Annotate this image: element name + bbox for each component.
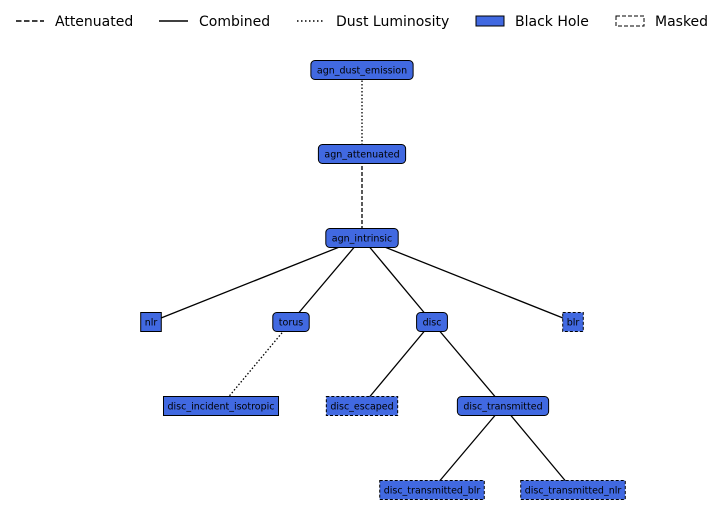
node-disc_transmitted_nlr[interactable]: disc_transmitted_nlr (520, 480, 626, 500)
edge-agn_intrinsic-to-nlr (150, 237, 363, 323)
legend: Attenuated Combined Dust Luminosity Blac… (16, 14, 708, 30)
node-agn_dust_emission[interactable]: agn_dust_emission (310, 60, 414, 80)
legend-filled-box-icon (475, 15, 505, 27)
legend-label: Attenuated (55, 14, 133, 30)
node-label: disc_escaped (330, 402, 393, 413)
node-disc_escaped[interactable]: disc_escaped (325, 396, 399, 416)
node-disc_transmitted_blr[interactable]: disc_transmitted_blr (379, 480, 485, 500)
legend-label: Dust Luminosity (336, 14, 449, 30)
node-label: disc_transmitted (463, 402, 542, 413)
node-agn_intrinsic[interactable]: agn_intrinsic (325, 228, 399, 248)
edge-disc-to-disc_transmitted (431, 321, 504, 407)
legend-label: Combined (199, 14, 270, 30)
node-label: nlr (145, 318, 158, 329)
node-torus[interactable]: torus (272, 312, 310, 332)
node-nlr[interactable]: nlr (140, 312, 162, 332)
legend-label: Black Hole (515, 14, 589, 30)
legend-item-black-hole: Black Hole (475, 14, 589, 30)
legend-item-combined: Combined (159, 14, 270, 30)
edges (150, 70, 574, 491)
node-label: disc (423, 318, 442, 329)
nodes: agn_dust_emission agn_attenuated agn_intri… (140, 60, 626, 500)
legend-item-attenuated: Attenuated (16, 14, 133, 30)
edge-agn_intrinsic-to-blr (361, 237, 574, 323)
node-label: blr (567, 318, 580, 329)
node-label: disc_incident_isotropic (167, 402, 274, 413)
node-label: agn_attenuated (324, 150, 399, 161)
node-disc_transmitted[interactable]: disc_transmitted (456, 396, 550, 416)
edge-torus-to-disc_incident_isotropic (220, 321, 292, 407)
node-label: torus (279, 318, 303, 329)
node-label: disc_transmitted_blr (384, 486, 481, 497)
node-label: agn_intrinsic (332, 234, 392, 245)
legend-label: Masked (655, 14, 708, 30)
node-label: agn_dust_emission (317, 66, 407, 77)
node-label: disc_transmitted_nlr (525, 486, 622, 497)
node-blr[interactable]: blr (562, 312, 584, 332)
edge-agn_intrinsic-to-torus (290, 237, 363, 323)
node-agn_attenuated[interactable]: agn_attenuated (317, 144, 407, 164)
edge-disc-to-disc_escaped (361, 321, 433, 407)
legend-item-masked: Masked (615, 14, 708, 30)
node-disc[interactable]: disc (416, 312, 448, 332)
emission-tree-diagram: Attenuated Combined Dust Luminosity Blac… (16, 14, 708, 500)
edge-disc_transmitted-to-disc_transmitted_nlr (502, 405, 574, 491)
legend-dashed-box-icon (615, 15, 645, 27)
edge-disc_transmitted-to-disc_transmitted_blr (431, 405, 504, 491)
legend-item-dust-luminosity: Dust Luminosity (297, 14, 449, 30)
edge-agn_intrinsic-to-disc (361, 237, 433, 323)
node-disc_incident_isotropic[interactable]: disc_incident_isotropic (162, 396, 280, 416)
